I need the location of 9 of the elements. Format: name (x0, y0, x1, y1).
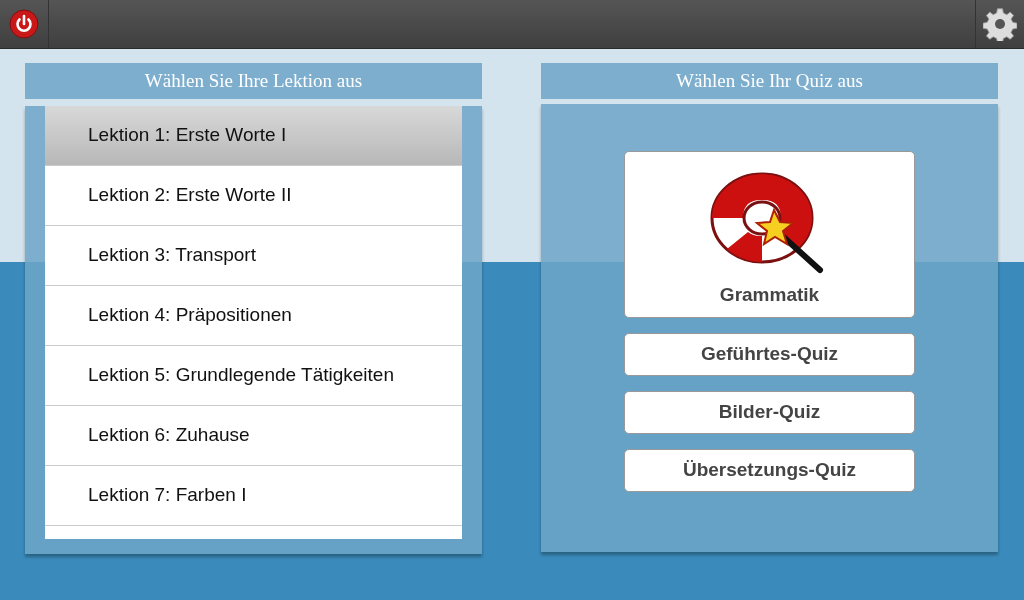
quiz-button[interactable]: Grammatik (624, 151, 915, 318)
settings-icon (983, 7, 1017, 41)
lesson-item[interactable]: Lektion 1: Erste Worte I (45, 106, 462, 166)
quiz-button[interactable]: Übersetzungs-Quiz (624, 449, 915, 492)
quiz-button[interactable]: Bilder-Quiz (624, 391, 915, 434)
quiz-button[interactable]: Geführtes-Quiz (624, 333, 915, 376)
power-icon (9, 9, 39, 39)
panel-header: Wählen Sie Ihr Quiz aus (541, 63, 998, 99)
panel-header: Wählen Sie Ihre Lektion aus (25, 63, 482, 99)
